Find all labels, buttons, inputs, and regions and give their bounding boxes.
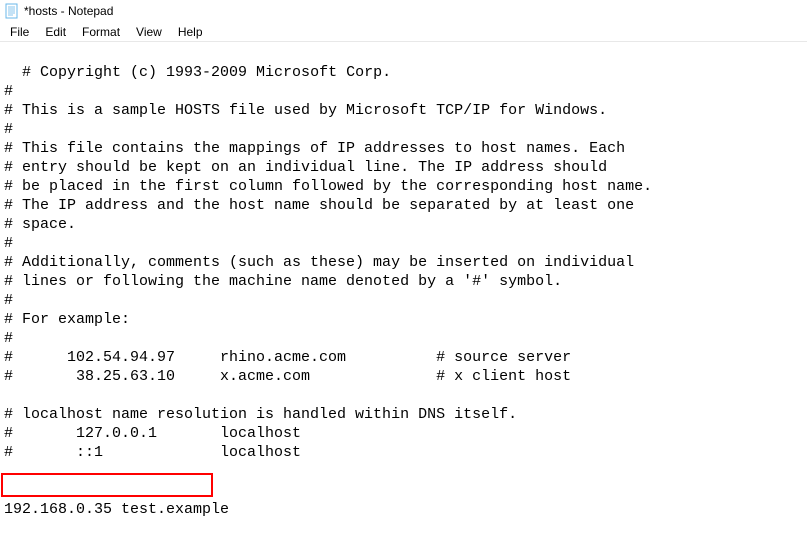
menu-file[interactable]: File xyxy=(2,23,37,41)
window-title: *hosts - Notepad xyxy=(24,4,113,18)
menubar: File Edit Format View Help xyxy=(0,22,807,42)
menu-view[interactable]: View xyxy=(128,23,170,41)
menu-edit[interactable]: Edit xyxy=(37,23,74,41)
editor-content: # Copyright (c) 1993-2009 Microsoft Corp… xyxy=(4,64,652,518)
text-editor[interactable]: # Copyright (c) 1993-2009 Microsoft Corp… xyxy=(0,42,807,546)
titlebar: *hosts - Notepad xyxy=(0,0,807,22)
menu-help[interactable]: Help xyxy=(170,23,211,41)
menu-format[interactable]: Format xyxy=(74,23,128,41)
highlight-annotation xyxy=(1,473,213,497)
notepad-icon xyxy=(4,3,20,19)
